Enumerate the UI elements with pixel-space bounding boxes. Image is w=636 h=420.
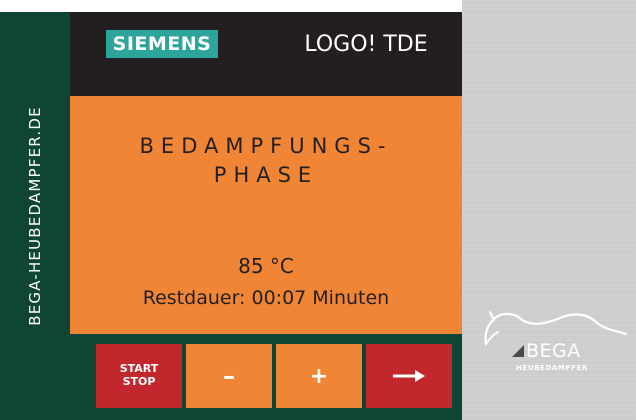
brand-name: BEGA — [526, 340, 581, 362]
brand-tagline: HEUBEDAMPFER — [516, 364, 588, 372]
decrease-button[interactable]: – — [186, 344, 272, 408]
phase-label: BEDAMPFUNGS- PHASE — [70, 132, 462, 191]
next-button[interactable] — [366, 344, 452, 408]
display-header: SIEMENS LOGO! TDE — [70, 12, 462, 96]
plus-label: + — [309, 363, 329, 389]
increase-button[interactable]: + — [276, 344, 362, 408]
status-screen: BEDAMPFUNGS- PHASE 85 °C Restdauer: 00:0… — [70, 96, 462, 334]
phase-line-1: BEDAMPFUNGS- — [139, 134, 393, 158]
siemens-logo: SIEMENS — [106, 30, 218, 58]
remaining-time: Restdauer: 00:07 Minuten — [142, 287, 390, 309]
minus-label: – — [223, 362, 235, 390]
phase-line-2: PHASE — [213, 163, 319, 188]
start-stop-button[interactable]: START STOP — [96, 344, 182, 408]
bega-logo: BEGA HEUBEDAMPFER — [476, 304, 632, 384]
stop-label: STOP — [122, 375, 156, 388]
bega-mark-icon — [512, 345, 524, 357]
button-bar: START STOP – + — [70, 334, 462, 420]
website-label: BEGA-HEUBEDAMPFER.DE — [26, 106, 44, 326]
arrow-right-icon — [393, 370, 425, 382]
sidebar: BEGA-HEUBEDAMPFER.DE — [0, 12, 70, 420]
temperature-value: 85 °C — [238, 254, 294, 278]
device-title: LOGO! TDE — [304, 32, 428, 57]
